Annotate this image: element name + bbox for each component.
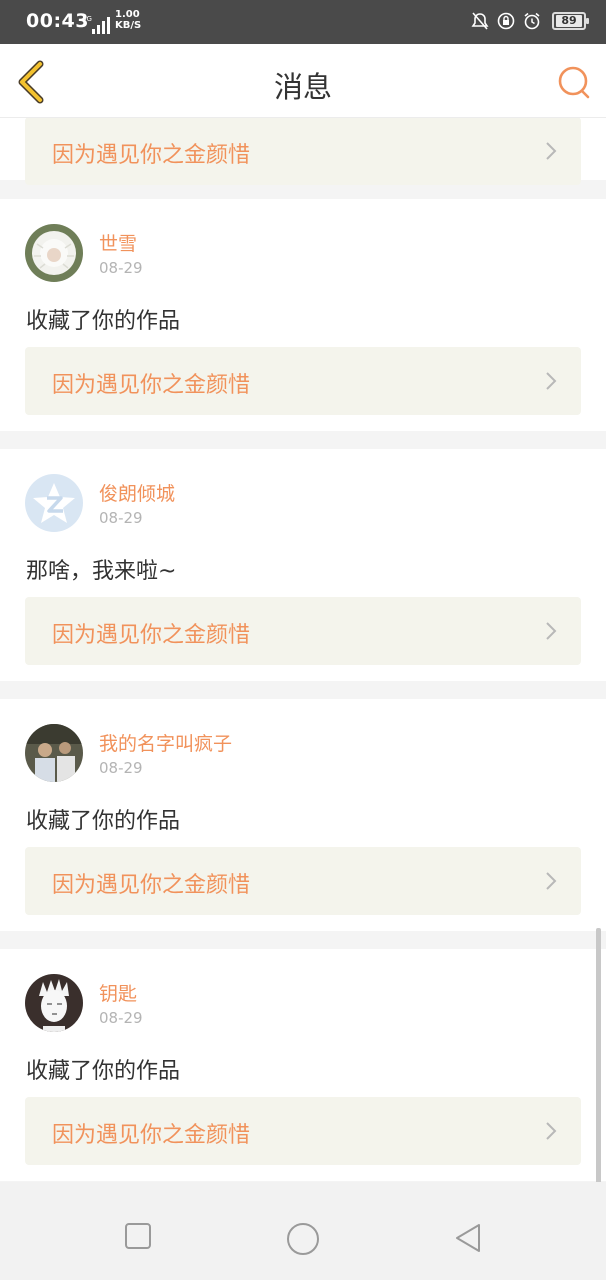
search-icon bbox=[558, 66, 590, 99]
avatar-dandelion-icon bbox=[25, 224, 83, 282]
user-name[interactable]: 钥匙 bbox=[99, 979, 137, 1006]
nav-back-button[interactable] bbox=[453, 1222, 483, 1258]
message-text: 收藏了你的作品 bbox=[26, 809, 181, 834]
circle-icon bbox=[287, 1223, 319, 1255]
work-link[interactable]: 因为遇见你之金颜惜 bbox=[25, 347, 581, 415]
chevron-right-icon bbox=[546, 142, 557, 160]
network-type: 4G bbox=[82, 15, 92, 23]
work-link[interactable]: 因为遇见你之金颜惜 bbox=[25, 597, 581, 665]
chevron-right-icon bbox=[546, 622, 557, 640]
message-text: 那啥，我来啦~ bbox=[26, 559, 177, 584]
page-title: 消息 bbox=[273, 70, 332, 104]
message-date: 08-29 bbox=[99, 259, 143, 277]
status-time: 00:43 bbox=[26, 10, 89, 32]
message-date: 08-29 bbox=[99, 1009, 143, 1027]
triangle-icon bbox=[456, 1224, 480, 1252]
avatar[interactable] bbox=[25, 974, 83, 1032]
battery-indicator: 89 bbox=[552, 12, 589, 30]
app-header: 消息 bbox=[0, 44, 606, 118]
avatar-anime-sketch-icon bbox=[25, 974, 83, 1032]
work-title: 因为遇见你之金颜惜 bbox=[52, 873, 251, 898]
net-speed: 1.00 KB/S bbox=[115, 9, 142, 31]
avatar-default-qzone-icon bbox=[25, 474, 83, 532]
home-button[interactable] bbox=[286, 1222, 320, 1260]
work-title: 因为遇见你之金颜惜 bbox=[52, 143, 251, 168]
system-nav-bar bbox=[0, 1182, 606, 1280]
chevron-right-icon bbox=[546, 872, 557, 890]
user-name[interactable]: 俊朗倾城 bbox=[99, 479, 175, 506]
message-date: 08-29 bbox=[99, 759, 143, 777]
message-text: 收藏了你的作品 bbox=[26, 1059, 181, 1084]
avatar[interactable] bbox=[25, 474, 83, 532]
user-name[interactable]: 我的名字叫疯子 bbox=[99, 729, 232, 756]
avatar[interactable] bbox=[25, 224, 83, 282]
avatar[interactable] bbox=[25, 724, 83, 782]
search-button[interactable] bbox=[556, 64, 592, 100]
work-title: 因为遇见你之金颜惜 bbox=[52, 623, 251, 648]
work-title: 因为遇见你之金颜惜 bbox=[52, 373, 251, 398]
scrollbar[interactable] bbox=[596, 928, 601, 1194]
recent-apps-button[interactable] bbox=[124, 1222, 152, 1254]
avatar-people-photo-icon bbox=[25, 724, 83, 782]
lock-rotation-icon bbox=[497, 12, 515, 30]
work-title: 因为遇见你之金颜惜 bbox=[52, 1123, 251, 1148]
work-link[interactable]: 因为遇见你之金颜惜 bbox=[25, 118, 581, 185]
message-text: 收藏了你的作品 bbox=[26, 309, 181, 334]
status-bar: 00:43 4G 1.00 KB/S 89 bbox=[0, 0, 606, 44]
signal-icon: 4G bbox=[82, 15, 110, 34]
chevron-right-icon bbox=[546, 372, 557, 390]
work-link[interactable]: 因为遇见你之金颜惜 bbox=[25, 847, 581, 915]
message-list[interactable]: 因为遇见你之金颜惜 世雪 08-29 收藏了你的作品 因为遇见你之金颜惜 俊朗倾… bbox=[0, 118, 606, 1182]
work-link[interactable]: 因为遇见你之金颜惜 bbox=[25, 1097, 581, 1165]
message-card: 钥匙 08-29 收藏了你的作品 因为遇见你之金颜惜 bbox=[0, 949, 606, 1181]
message-card: 世雪 08-29 收藏了你的作品 因为遇见你之金颜惜 bbox=[0, 199, 606, 431]
square-icon bbox=[125, 1223, 151, 1249]
chevron-right-icon bbox=[546, 1122, 557, 1140]
message-date: 08-29 bbox=[99, 509, 143, 527]
message-card: 因为遇见你之金颜惜 bbox=[0, 118, 606, 185]
message-card: 俊朗倾城 08-29 那啥，我来啦~ 因为遇见你之金颜惜 bbox=[0, 449, 606, 681]
message-card: 我的名字叫疯子 08-29 收藏了你的作品 因为遇见你之金颜惜 bbox=[0, 699, 606, 931]
user-name[interactable]: 世雪 bbox=[99, 229, 137, 256]
bell-off-icon bbox=[471, 12, 489, 30]
alarm-icon bbox=[524, 12, 540, 30]
